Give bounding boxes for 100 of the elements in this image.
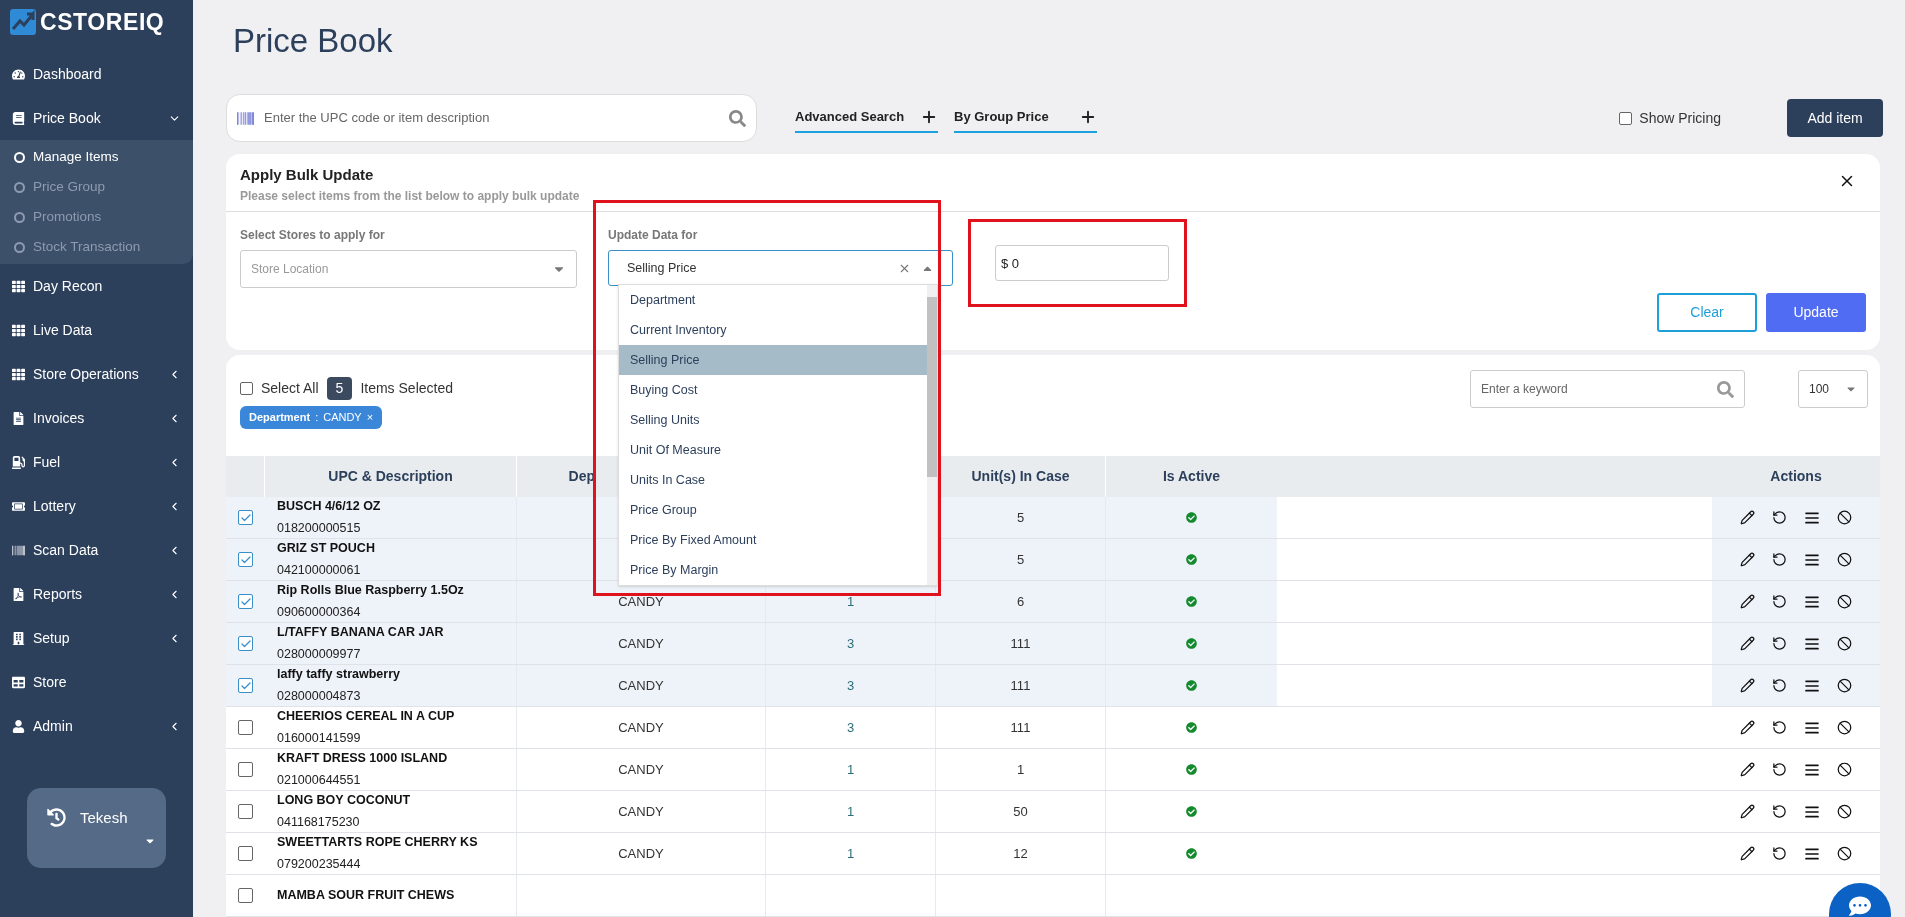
gauge-icon — [12, 67, 25, 81]
table-cell-text: 111 — [1010, 718, 1031, 737]
edit-icon[interactable] — [1740, 804, 1755, 819]
amount-field[interactable]: $ 0 — [995, 245, 1169, 281]
history-icon[interactable] — [1772, 804, 1787, 819]
submenu-item[interactable]: Manage Items — [0, 142, 193, 172]
history-icon[interactable] — [1772, 720, 1787, 735]
nav-item[interactable]: Day Recon — [0, 264, 193, 308]
item-upc: 042100000061 — [277, 562, 362, 579]
field-label: Select Stores to apply for — [240, 227, 386, 244]
user-card[interactable]: Tekesh — [27, 788, 166, 868]
nav-item[interactable]: Fuel — [0, 440, 193, 484]
table-cell-text: CANDY — [618, 844, 664, 863]
nav-item[interactable]: Reports — [0, 572, 193, 616]
history-icon[interactable] — [1772, 846, 1787, 861]
block-icon[interactable] — [1837, 510, 1852, 525]
column-header: Is Active — [1162, 467, 1221, 486]
item-name: laffy taffy strawberry — [277, 666, 401, 684]
scrollbar[interactable] — [927, 285, 937, 585]
update-button[interactable]: Update — [1766, 293, 1866, 332]
barcode-icon — [12, 543, 25, 557]
history-icon[interactable] — [1772, 594, 1787, 609]
block-icon[interactable] — [1837, 678, 1852, 693]
select-all-checkbox[interactable] — [240, 382, 253, 395]
row-checkbox[interactable] — [238, 636, 253, 651]
table-cell-text: CANDY — [618, 676, 664, 695]
row-checkbox[interactable] — [238, 888, 253, 903]
edit-icon[interactable] — [1740, 552, 1755, 567]
table-cell-text: 3 — [846, 718, 855, 737]
group-price-tab[interactable]: By Group Price — [954, 103, 1097, 133]
row-checkbox[interactable] — [238, 720, 253, 735]
block-icon[interactable] — [1837, 762, 1852, 777]
table-cell-text: CANDY — [618, 592, 664, 611]
keyword-input[interactable]: Enter a keyword — [1481, 380, 1717, 398]
add-item-button[interactable]: Add item — [1787, 99, 1883, 137]
option[interactable]: Price By Margin — [619, 555, 927, 585]
row-checkbox[interactable] — [238, 846, 253, 861]
block-icon[interactable] — [1837, 846, 1852, 861]
count-badge: 5 — [326, 377, 353, 400]
selected-label: Items Selected — [360, 379, 453, 398]
row-checkbox[interactable] — [238, 762, 253, 777]
item-upc: 018200000515 — [277, 520, 362, 537]
item-upc: 028000009977 — [277, 646, 362, 663]
search-field[interactable]: Enter the UPC code or item description — [226, 94, 757, 142]
option[interactable]: Department — [619, 285, 927, 315]
block-icon[interactable] — [1837, 552, 1852, 567]
block-icon[interactable] — [1837, 636, 1852, 651]
row-checkbox[interactable] — [238, 594, 253, 609]
row-checkbox[interactable] — [238, 678, 253, 693]
plus-icon — [920, 108, 938, 126]
nav-item[interactable]: Setup — [0, 616, 193, 660]
table-cell-text: CANDY — [618, 634, 664, 653]
row-checkbox[interactable] — [238, 552, 253, 567]
keyword-field[interactable]: Enter a keyword — [1470, 370, 1745, 408]
edit-icon[interactable] — [1740, 846, 1755, 861]
selected-row[interactable]: Rip Rolls Blue Raspberry 1.5Oz 090600000364 CANDY 1 6 — [226, 581, 1880, 623]
item-name: LONG BOY COCONUT — [277, 792, 412, 810]
block-icon[interactable] — [1837, 720, 1852, 735]
fuel-pump-icon — [12, 455, 25, 469]
edit-icon[interactable] — [1740, 678, 1755, 693]
table-cell-text: 111 — [1010, 676, 1031, 695]
page-size-select[interactable]: 100 — [1798, 370, 1868, 408]
item-name: KRAFT DRESS 1000 ISLAND — [277, 750, 449, 768]
table-cell-text: 3 — [846, 676, 855, 695]
edit-icon[interactable] — [1740, 510, 1755, 525]
nav-item[interactable]: Admin — [0, 704, 193, 748]
edit-icon[interactable] — [1740, 636, 1755, 651]
plus-icon — [1079, 108, 1097, 126]
show-pricing-checkbox[interactable] — [1619, 111, 1633, 125]
column-header: Dep — [568, 467, 595, 486]
nav-item[interactable]: Lottery — [0, 484, 193, 528]
history-icon — [47, 808, 66, 827]
edit-icon[interactable] — [1740, 720, 1755, 735]
selected-row[interactable]: laffy taffy strawberry 028000004873 CANDY 3 111 — [226, 665, 1880, 707]
row-checkbox[interactable] — [238, 510, 253, 525]
nav-item[interactable]: Price Book — [0, 96, 193, 140]
history-icon[interactable] — [1772, 678, 1787, 693]
nav-item[interactable]: Scan Data — [0, 528, 193, 572]
nav-item[interactable]: Dashboard — [0, 52, 193, 96]
building-icon — [12, 631, 25, 645]
history-icon[interactable] — [1772, 636, 1787, 651]
advanced-search-tab[interactable]: Advanced Search — [795, 103, 938, 133]
filter-chip[interactable]: Department : CANDY × — [240, 406, 383, 429]
history-icon[interactable] — [1772, 510, 1787, 525]
nav-item[interactable]: Store — [0, 660, 193, 704]
nav-item[interactable]: Invoices — [0, 396, 193, 440]
history-icon[interactable] — [1772, 552, 1787, 567]
grid-icon — [12, 279, 25, 293]
edit-icon[interactable] — [1740, 762, 1755, 777]
selected-row[interactable]: L/TAFFY BANANA CAR JAR 028000009977 CANDY 3 111 — [226, 623, 1880, 665]
edit-icon[interactable] — [1740, 594, 1755, 609]
block-icon[interactable] — [1837, 594, 1852, 609]
option[interactable]: Selling Price — [619, 345, 927, 375]
history-icon[interactable] — [1772, 762, 1787, 777]
item-upc: 079200235444 — [277, 856, 362, 873]
nav-item[interactable]: Live Data — [0, 308, 193, 352]
nav-item[interactable]: Store Operations — [0, 352, 193, 396]
search-input[interactable]: Enter the UPC code or item description — [264, 108, 719, 128]
row-checkbox[interactable] — [238, 804, 253, 819]
block-icon[interactable] — [1837, 804, 1852, 819]
